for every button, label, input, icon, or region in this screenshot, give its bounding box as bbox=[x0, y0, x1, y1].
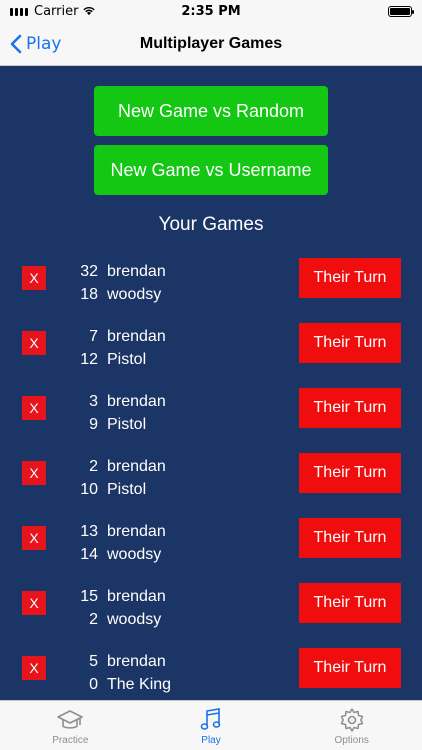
scores: 15 2 bbox=[60, 585, 98, 631]
game-row: X 7 12 brendan Pistol Their Turn bbox=[0, 323, 422, 387]
my-score: 15 bbox=[80, 588, 98, 605]
tab-bar: Practice Play Options bbox=[0, 700, 422, 750]
my-name: brendan bbox=[107, 328, 166, 345]
my-name: brendan bbox=[107, 458, 166, 475]
opponent-name: Pistol bbox=[107, 481, 147, 498]
their-turn-button[interactable]: Their Turn bbox=[299, 258, 401, 298]
status-time: 2:35 PM bbox=[181, 3, 241, 19]
music-note-icon bbox=[200, 707, 221, 730]
section-title: Your Games bbox=[158, 214, 264, 235]
navigation-bar: Play Multiplayer Games bbox=[0, 22, 422, 66]
opponent-score: 9 bbox=[89, 416, 98, 433]
tab-label: Practice bbox=[52, 734, 89, 746]
opponent-name: Pistol bbox=[107, 351, 147, 368]
my-score: 13 bbox=[80, 523, 98, 540]
back-button-label: Play bbox=[26, 34, 62, 54]
delete-game-button[interactable]: X bbox=[22, 396, 46, 420]
opponent-score: 18 bbox=[80, 286, 98, 303]
my-score: 32 bbox=[80, 263, 98, 280]
player-names: brendan Pistol bbox=[107, 390, 166, 436]
opponent-name: woodsy bbox=[107, 611, 162, 628]
page-title: Multiplayer Games bbox=[139, 34, 283, 52]
delete-game-button[interactable]: X bbox=[22, 331, 46, 355]
opponent-score: 14 bbox=[80, 546, 98, 563]
delete-game-button[interactable]: X bbox=[22, 461, 46, 485]
my-score: 2 bbox=[89, 458, 98, 475]
game-row: X 2 10 brendan Pistol Their Turn bbox=[0, 453, 422, 517]
game-row: X 3 9 brendan Pistol Their Turn bbox=[0, 388, 422, 452]
tab-play[interactable]: Play bbox=[141, 701, 282, 750]
my-name: brendan bbox=[107, 263, 166, 280]
battery-icon bbox=[388, 5, 414, 17]
opponent-name: Pistol bbox=[107, 416, 147, 433]
player-names: brendan woodsy bbox=[107, 520, 166, 566]
my-name: brendan bbox=[107, 523, 166, 540]
their-turn-button[interactable]: Their Turn bbox=[299, 648, 401, 688]
player-names: brendan woodsy bbox=[107, 260, 166, 306]
my-name: brendan bbox=[107, 393, 166, 410]
tab-label: Options bbox=[334, 734, 369, 746]
my-score: 5 bbox=[89, 653, 98, 670]
my-name: brendan bbox=[107, 653, 166, 670]
main-content: New Game vs Random New Game vs Username … bbox=[0, 66, 422, 700]
player-names: brendan woodsy bbox=[107, 585, 166, 631]
game-row: X 32 18 brendan woodsy Their Turn bbox=[0, 258, 422, 322]
status-bar: Carrier 2:35 PM bbox=[0, 0, 422, 22]
their-turn-button[interactable]: Their Turn bbox=[299, 583, 401, 623]
back-button[interactable]: Play bbox=[10, 22, 61, 66]
player-names: brendan Pistol bbox=[107, 325, 166, 371]
new-game-random-button[interactable]: New Game vs Random bbox=[94, 86, 328, 136]
player-names: brendan The King bbox=[107, 650, 171, 696]
delete-game-button[interactable]: X bbox=[22, 266, 46, 290]
chevron-left-icon bbox=[10, 34, 22, 54]
opponent-name: woodsy bbox=[107, 546, 162, 563]
delete-game-button[interactable]: X bbox=[22, 591, 46, 615]
tab-label: Play bbox=[201, 734, 221, 746]
tab-options[interactable]: Options bbox=[281, 701, 422, 750]
game-row: X 13 14 brendan woodsy Their Turn bbox=[0, 518, 422, 582]
game-row: X 5 0 brendan The King Their Turn bbox=[0, 648, 422, 700]
signal-icon bbox=[10, 6, 28, 16]
status-left: Carrier bbox=[10, 4, 96, 19]
delete-game-button[interactable]: X bbox=[22, 656, 46, 680]
opponent-score: 0 bbox=[89, 676, 98, 693]
delete-game-button[interactable]: X bbox=[22, 526, 46, 550]
scores: 7 12 bbox=[60, 325, 98, 371]
their-turn-button[interactable]: Their Turn bbox=[299, 323, 401, 363]
player-names: brendan Pistol bbox=[107, 455, 166, 501]
carrier-label: Carrier bbox=[34, 3, 79, 19]
scores: 32 18 bbox=[60, 260, 98, 306]
their-turn-button[interactable]: Their Turn bbox=[299, 453, 401, 493]
my-score: 7 bbox=[89, 328, 98, 345]
scores: 2 10 bbox=[60, 455, 98, 501]
scores: 5 0 bbox=[60, 650, 98, 696]
game-row: X 15 2 brendan woodsy Their Turn bbox=[0, 583, 422, 647]
opponent-name: The King bbox=[107, 676, 172, 693]
gear-icon bbox=[340, 707, 363, 732]
my-name: brendan bbox=[107, 588, 166, 605]
opponent-score: 10 bbox=[80, 481, 98, 498]
opponent-score: 2 bbox=[89, 611, 98, 628]
opponent-score: 12 bbox=[80, 351, 98, 368]
wifi-icon bbox=[83, 6, 96, 16]
new-game-username-button[interactable]: New Game vs Username bbox=[94, 145, 328, 195]
graduation-cap-icon bbox=[57, 709, 84, 729]
their-turn-button[interactable]: Their Turn bbox=[299, 518, 401, 558]
scores: 13 14 bbox=[60, 520, 98, 566]
opponent-name: woodsy bbox=[107, 286, 162, 303]
tab-practice[interactable]: Practice bbox=[0, 701, 141, 750]
scores: 3 9 bbox=[60, 390, 98, 436]
their-turn-button[interactable]: Their Turn bbox=[299, 388, 401, 428]
my-score: 3 bbox=[89, 393, 98, 410]
